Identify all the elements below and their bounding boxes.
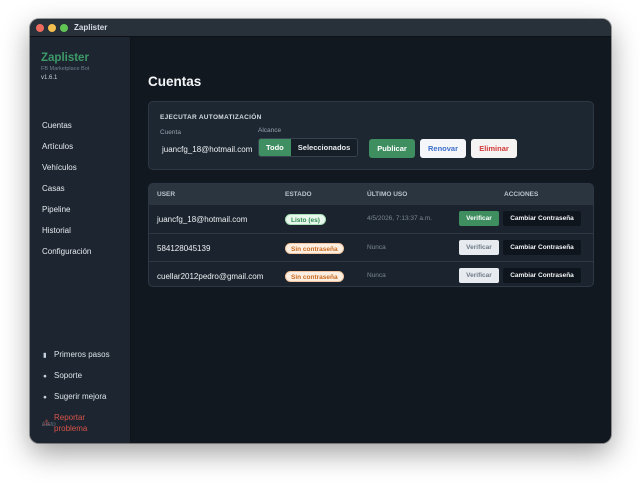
- cambiar-contrasena-button[interactable]: Cambiar Contraseña: [503, 240, 581, 255]
- column-header-estado: ESTADO: [285, 191, 312, 198]
- cuenta-select[interactable]: juancfg_18@hotmail.com: [162, 145, 252, 154]
- minimize-window-button[interactable]: [48, 24, 56, 32]
- soporte-label: Soporte: [54, 371, 83, 380]
- status-badge: Sin contraseña: [285, 243, 344, 254]
- renovar-button[interactable]: Renovar: [420, 139, 466, 158]
- sugerir-mejora-label: Sugerir mejora: [54, 392, 107, 401]
- reportar-label-line2: problema: [54, 424, 88, 433]
- alcance-label: Alcance: [258, 127, 282, 134]
- window-title: Zaplister: [74, 23, 108, 32]
- title-bar: Zaplister: [30, 19, 611, 37]
- automation-section-label: EJECUTAR AUTOMATIZACIÓN: [160, 114, 262, 121]
- primeros-pasos-label: Primeros pasos: [54, 350, 110, 359]
- page-title: Cuentas: [148, 74, 202, 89]
- primeros-pasos-link[interactable]: ▮ Primeros pasos: [43, 349, 110, 362]
- alcance-option-todo[interactable]: Todo: [259, 139, 291, 156]
- publicar-button[interactable]: Publicar: [369, 139, 415, 158]
- zoom-window-button[interactable]: [60, 24, 68, 32]
- main-content: Cuentas EJECUTAR AUTOMATIZACIÓN Cuenta j…: [131, 37, 611, 443]
- row-ultimo-uso: Nunca: [367, 272, 386, 279]
- status-badge: Sin contraseña: [285, 271, 344, 282]
- row-ultimo-uso: 4/5/2026, 7:13:37 a.m.: [367, 215, 433, 222]
- cambiar-contrasena-button[interactable]: Cambiar Contraseña: [503, 211, 581, 226]
- chat-bubble-icon: ●: [43, 373, 47, 380]
- table-row: cuellar2012pedro@gmail.com Sin contraseñ…: [149, 261, 593, 286]
- sidebar-item-vehiculos[interactable]: Vehículos: [38, 159, 124, 176]
- verificar-button[interactable]: Verificar: [459, 268, 499, 283]
- sidebar-item-pipeline[interactable]: Pipeline: [38, 201, 124, 218]
- verificar-button[interactable]: Verificar: [459, 240, 499, 255]
- brand-subtitle: FB Marketplace Bot: [41, 66, 90, 72]
- row-user: cuellar2012pedro@gmail.com: [157, 272, 264, 281]
- sugerir-mejora-link[interactable]: ● Sugerir mejora: [43, 391, 106, 404]
- column-header-acciones: ACCIONES: [504, 191, 539, 198]
- automation-panel: EJECUTAR AUTOMATIZACIÓN Cuenta juancfg_1…: [148, 101, 594, 170]
- accounts-table: USER ESTADO ÚLTIMO USO ACCIONES juancfg_…: [148, 183, 594, 287]
- sidebar-item-cuentas[interactable]: Cuentas: [38, 117, 124, 134]
- cambiar-contrasena-button[interactable]: Cambiar Contraseña: [503, 268, 581, 283]
- app-window: Zaplister Zaplister FB Marketplace Bot v…: [30, 19, 611, 443]
- column-header-user: USER: [157, 191, 176, 198]
- alcance-toggle: Todo Seleccionados: [258, 138, 359, 157]
- sidebar: Zaplister FB Marketplace Bot v1.6.1 Cuen…: [30, 37, 131, 443]
- book-icon: ▮: [43, 352, 47, 359]
- sidebar-item-casas[interactable]: Casas: [38, 180, 124, 197]
- verificar-button[interactable]: Verificar: [459, 211, 499, 226]
- close-window-button[interactable]: [36, 24, 44, 32]
- row-user: 584128045139: [157, 244, 211, 253]
- column-header-ultimo-uso: ÚLTIMO USO: [367, 191, 408, 198]
- table-row: juancfg_18@hotmail.com Listo (es) 4/5/20…: [149, 205, 593, 233]
- table-header: USER ESTADO ÚLTIMO USO ACCIONES: [149, 184, 593, 205]
- alcance-option-seleccionados[interactable]: Seleccionados: [290, 139, 358, 156]
- sidebar-item-configuracion[interactable]: Configuración: [38, 243, 124, 260]
- cuenta-label: Cuenta: [160, 129, 181, 136]
- eliminar-button[interactable]: Eliminar: [471, 139, 517, 158]
- row-user: juancfg_18@hotmail.com: [157, 215, 248, 224]
- status-badge: Listo (es): [285, 214, 326, 225]
- lightbulb-icon: ●: [43, 394, 47, 401]
- brand-version: v1.6.1: [41, 75, 58, 81]
- sidebar-item-historial[interactable]: Historial: [38, 222, 124, 239]
- reportar-label-line1: Reportar: [54, 413, 86, 422]
- status-text: Listo: [42, 421, 56, 428]
- table-row: 584128045139 Sin contraseña Nunca Verifi…: [149, 233, 593, 261]
- soporte-link[interactable]: ● Soporte: [43, 370, 82, 383]
- row-ultimo-uso: Nunca: [367, 244, 386, 251]
- brand-name: Zaplister: [41, 52, 89, 64]
- sidebar-item-articulos[interactable]: Artículos: [38, 138, 124, 155]
